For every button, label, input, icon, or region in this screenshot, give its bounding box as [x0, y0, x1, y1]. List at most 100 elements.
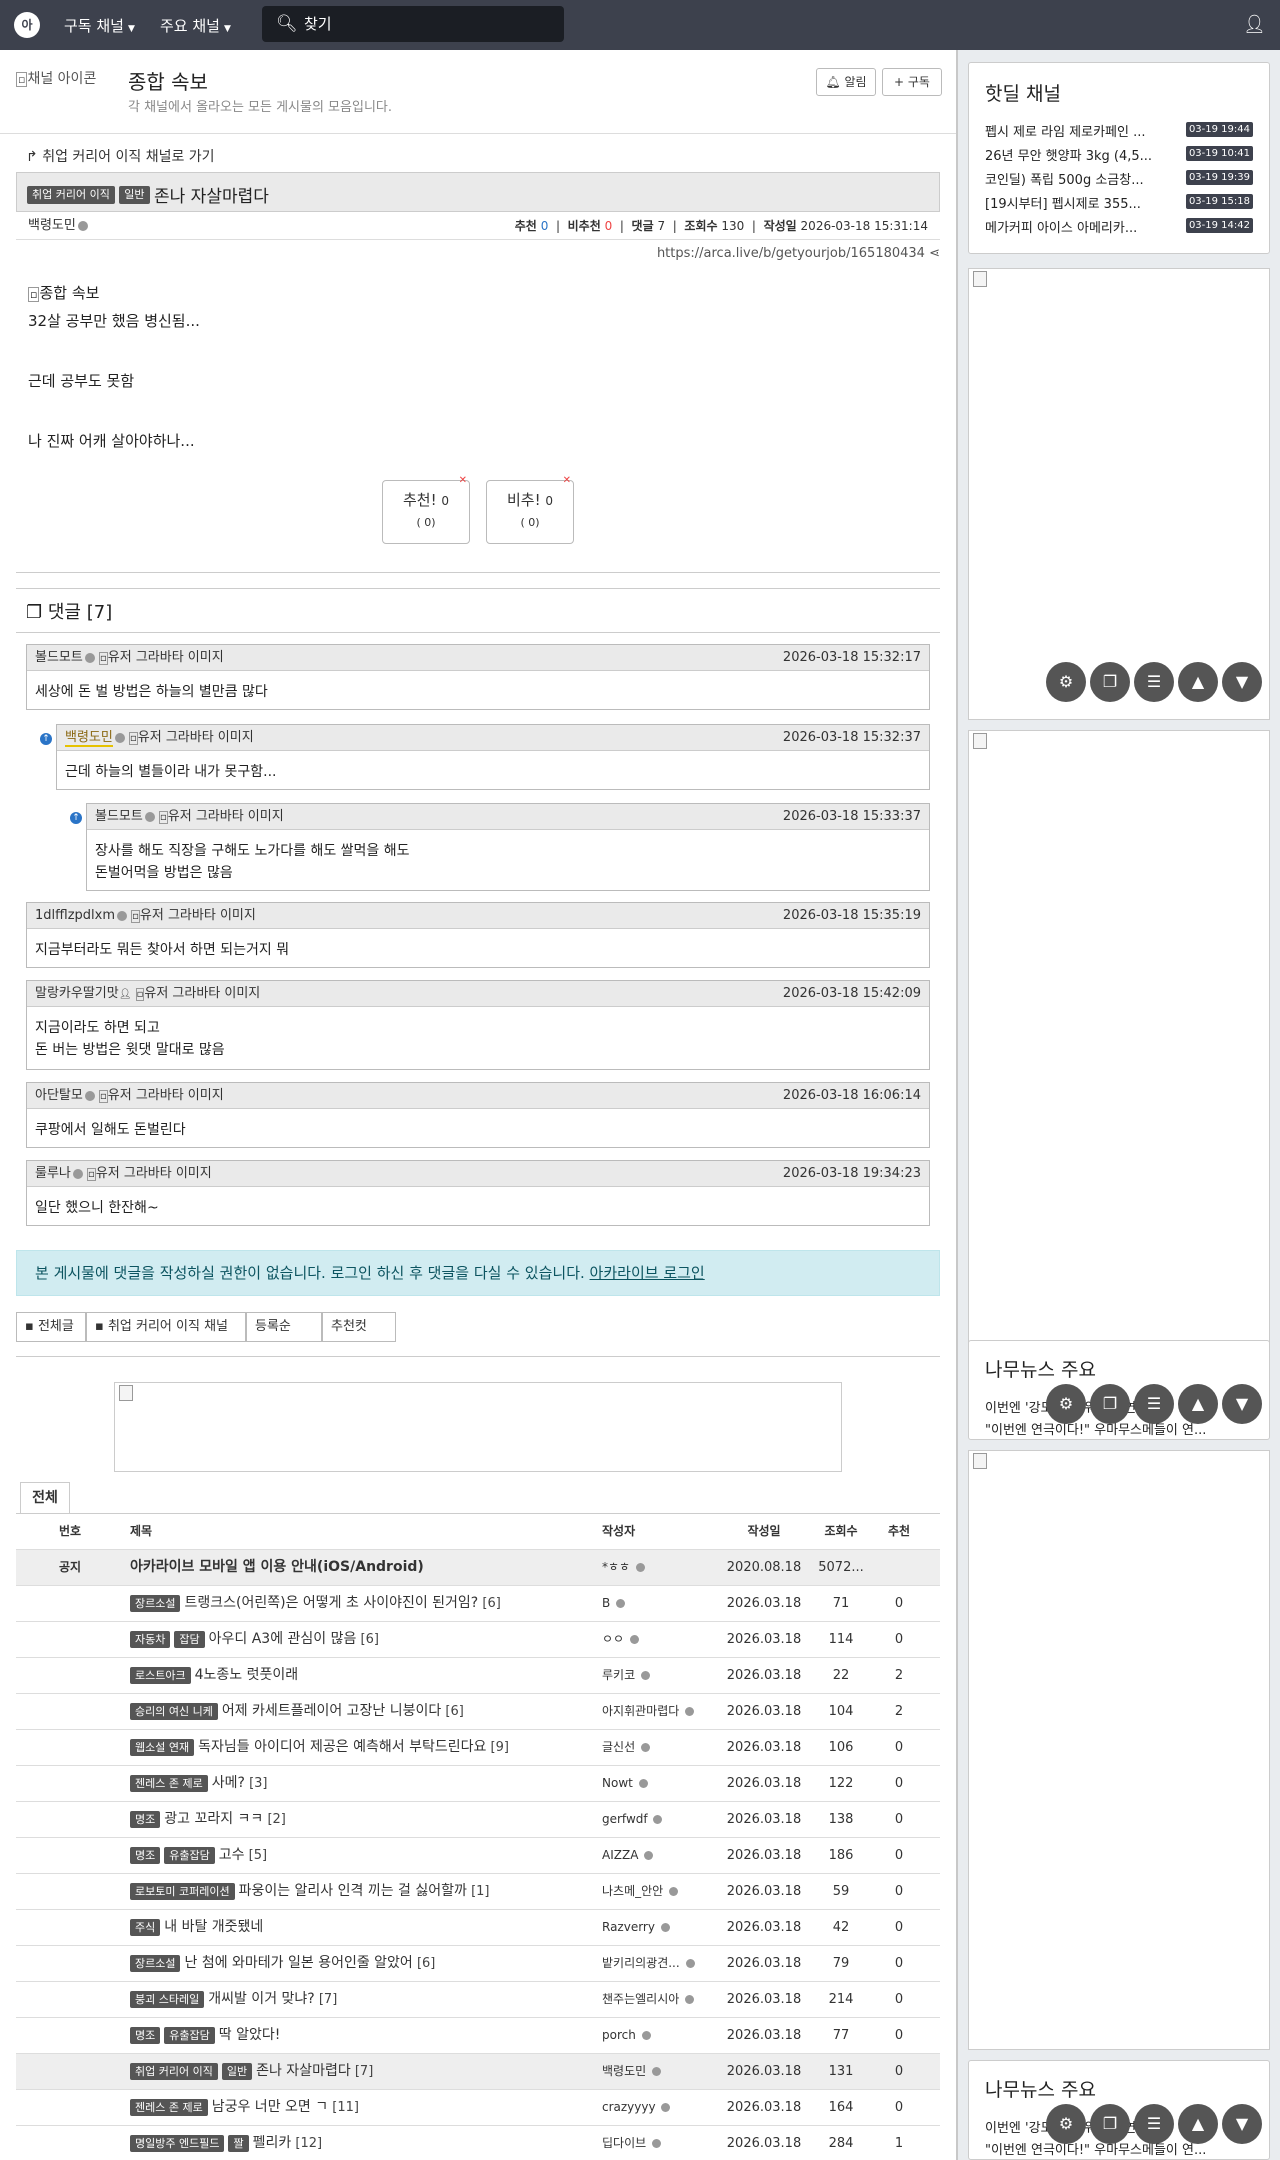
post-title[interactable]: 존나 자살마렵다	[256, 2063, 351, 2079]
post-author[interactable]: B	[602, 1596, 610, 1610]
go-to-channel-link[interactable]: ↱ 취업 커리어 이직 채널로 가기	[26, 146, 215, 166]
arcalive-logo[interactable]: 아	[14, 12, 40, 38]
post-author[interactable]: 루키코	[602, 1668, 635, 1682]
category-badge[interactable]: 장르소설	[130, 1955, 181, 1972]
list-icon[interactable]: ☰	[1134, 2104, 1174, 2144]
settings-icon[interactable]: ⚙	[1046, 662, 1086, 702]
ad-slot[interactable]	[968, 1450, 1270, 2050]
article-author[interactable]: 백령도민	[28, 218, 76, 233]
category-badge[interactable]: 주식	[130, 1919, 161, 1936]
post-title[interactable]: 파웅이는 알리사 인격 끼는 걸 싫어할까	[239, 1883, 467, 1899]
post-title[interactable]: 광고 꼬라지 ㅋㅋ	[164, 1811, 263, 1827]
table-row[interactable]: 명조 유출잡담 고수 [5] AIZZA 2026.03.18 186 0	[16, 1838, 940, 1874]
post-author[interactable]: Nowt	[602, 1776, 633, 1790]
comment-author[interactable]: 1dlfflzpdlxm	[35, 908, 115, 923]
table-row[interactable]: 장르소설 난 첨에 와마테가 일본 용어인줄 알았어 [6] 밭키리의광견... 2…	[16, 1946, 940, 1982]
hotdeal-item[interactable]: 펩시 제로 라임 제로카페인 ... 03-19 19:44	[985, 121, 1253, 140]
post-author[interactable]: AIZZA	[602, 1848, 638, 1862]
post-author[interactable]: gerfwdf	[602, 1812, 648, 1826]
downvote-button[interactable]: ✕ 비추! 0 ( 0)	[486, 475, 574, 544]
comments-icon[interactable]: ❐	[1090, 2104, 1130, 2144]
settings-icon[interactable]: ⚙	[1046, 1384, 1086, 1424]
post-author[interactable]: crazyyyy	[602, 2100, 656, 2114]
settings-icon[interactable]: ⚙	[1046, 2104, 1086, 2144]
table-row[interactable]: 명일방주 엔드필드 짤 펠리카 [12] 딥다이브 2026.03.18 284 1	[16, 2126, 940, 2160]
table-row[interactable]: 젠레스 존 제로 남궁우 너만 오면 ㄱ [11] crazyyyy 2026.03…	[16, 2090, 940, 2126]
post-author[interactable]: 딥다이브	[602, 2136, 646, 2150]
post-title[interactable]: 어제 카세트플레이어 고장난 니붕이다	[222, 1703, 441, 1719]
table-row[interactable]: 장르소설 트랭크스(어린쪽)은 어떻게 초 사이야진이 된거임? [6] B 202…	[16, 1586, 940, 1622]
comment-author[interactable]: 백령도민	[65, 730, 113, 747]
category-badge[interactable]: 취업 커리어 이직	[27, 185, 115, 204]
table-row[interactable]: 명조 광고 꼬라지 ㅋㅋ [2] gerfwdf 2026.03.18 138 0	[16, 1802, 940, 1838]
hotdeal-title[interactable]: 핫딜 채널	[985, 79, 1061, 106]
category-badge[interactable]: 명일방주 엔드필드	[130, 2135, 225, 2152]
table-row[interactable]: 로스트아크 4노종노 럿풋이래 루키코 2026.03.18 22 2	[16, 1658, 940, 1694]
post-title[interactable]: 난 첨에 와마테가 일본 용어인줄 알았어	[184, 1955, 412, 1971]
post-title[interactable]: 독자님들 아이디어 제공은 예측해서 부탁드린다요	[198, 1739, 486, 1755]
post-title[interactable]: 사메?	[212, 1775, 245, 1791]
category-badge[interactable]: 유출잡담	[164, 2027, 215, 2044]
table-row[interactable]: 취업 커리어 이직 일반 존나 자살마렵다 [7] 백령도민 2026.03.18 13…	[16, 2054, 940, 2090]
comment-author[interactable]: 룰루나	[35, 1166, 71, 1181]
tag-badge[interactable]: 일반	[119, 185, 150, 204]
user-icon[interactable]: 👤︎	[1243, 14, 1266, 35]
comments-icon[interactable]: ❐	[1090, 662, 1130, 702]
hotdeal-item[interactable]: 26년 무안 햇양파 3kg (4,5... 03-19 10:41	[985, 145, 1253, 164]
post-title[interactable]: 4노종노 럿풋이래	[195, 1667, 299, 1683]
subscribed-channels-menu[interactable]: 구독 채널 ▼	[64, 15, 135, 36]
category-badge[interactable]: 명조	[130, 1811, 161, 1828]
category-badge[interactable]: 장르소설	[130, 1595, 181, 1612]
table-row[interactable]: 주식 내 바탈 개줏됐네 Razverry 2026.03.18 42 0	[16, 1910, 940, 1946]
comment-author[interactable]: 볼드모트	[95, 809, 143, 824]
post-title[interactable]: 펠리카	[253, 2135, 292, 2151]
category-badge[interactable]: 승리의 여신 니케	[130, 1703, 218, 1720]
arrow-up-icon[interactable]: ▲	[1178, 1384, 1218, 1424]
tab-sort-registered[interactable]: 등록순	[246, 1312, 322, 1342]
category-badge[interactable]: 자동차	[130, 1631, 171, 1648]
tab-recommend-cut[interactable]: 추천컷	[322, 1312, 396, 1342]
category-badge[interactable]: 일반	[221, 2063, 253, 2080]
category-badge[interactable]: 웹소설 연재	[130, 1739, 195, 1756]
main-channels-menu[interactable]: 주요 채널 ▼	[160, 15, 231, 36]
arrow-down-icon[interactable]: ▼	[1222, 662, 1262, 702]
hotdeal-item[interactable]: 메가커피 아이스 아메리카... 03-19 14:42	[985, 217, 1253, 236]
table-row[interactable]: 젠레스 존 제로 사메? [3] Nowt 2026.03.18 122 0	[16, 1766, 940, 1802]
post-title[interactable]: 딱 알았다!	[219, 2027, 281, 2043]
post-title[interactable]: 트랭크스(어린쪽)은 어떻게 초 사이야진이 된거임?	[184, 1595, 478, 1611]
category-badge[interactable]: 취업 커리어 이직	[130, 2063, 218, 2080]
comment-author[interactable]: 아단탈모	[35, 1088, 83, 1103]
table-row[interactable]: 명조 유출잡담 딱 알았다! porch 2026.03.18 77 0	[16, 2018, 940, 2054]
news-title[interactable]: 나무뉴스 주요	[985, 2075, 1096, 2102]
post-title[interactable]: 아카라이브 모바일 앱 이용 안내(iOS/Android)	[130, 1559, 424, 1575]
ad-banner[interactable]	[114, 1382, 842, 1472]
table-row[interactable]: 붕괴 스타레일 개씨발 이거 맞냐? [7] 챈주는엘리시아 2026.03.18 2…	[16, 1982, 940, 2018]
category-badge[interactable]: 명조	[130, 2027, 161, 2044]
comment-author[interactable]: 말랑카우딸기맛	[35, 986, 119, 1001]
category-badge[interactable]: 짤	[228, 2135, 249, 2152]
share-icon[interactable]: ⋖	[929, 246, 940, 261]
arrow-up-icon[interactable]: ▲	[1178, 2104, 1218, 2144]
ad-slot[interactable]	[968, 730, 1270, 1382]
reply-icon[interactable]: ↑	[40, 733, 52, 745]
table-row[interactable]: 자동차 잡담 아우디 A3에 관심이 많음 [6] ㅇㅇ 2026.03.18 114 0	[16, 1622, 940, 1658]
tab-list-all[interactable]: 전체	[20, 1482, 70, 1514]
hotdeal-item[interactable]: 코인딜) 폭립 500g 소금창... 03-19 19:39	[985, 169, 1253, 188]
post-author[interactable]: *ㅎㅎ	[602, 1560, 630, 1574]
post-title[interactable]: 개씨발 이거 맞냐?	[208, 1991, 315, 2007]
tab-channel[interactable]: ▪ 취업 커리어 이직 채널	[86, 1312, 246, 1342]
post-title[interactable]: 아우디 A3에 관심이 많음	[209, 1631, 357, 1647]
notice-row[interactable]: 공지 아카라이브 모바일 앱 이용 안내(iOS/Android) *ㅎㅎ 202…	[16, 1550, 940, 1586]
post-title[interactable]: 내 바탈 개줏됐네	[164, 1919, 263, 1935]
alarm-button[interactable]: 🔔︎ 알림	[816, 68, 876, 96]
post-author[interactable]: 글신선	[602, 1740, 635, 1754]
category-badge[interactable]: 명조	[130, 1847, 161, 1864]
category-badge[interactable]: 젠레스 존 제로	[130, 2099, 208, 2116]
post-author[interactable]: porch	[602, 2028, 636, 2042]
post-author[interactable]: ㅇㅇ	[602, 1632, 624, 1646]
category-badge[interactable]: 젠레스 존 제로	[130, 1775, 208, 1792]
post-author[interactable]: 챈주는엘리시아	[602, 1992, 679, 2006]
search-input[interactable]: 🔍︎ 찾기	[262, 6, 564, 42]
post-author[interactable]: 아지휘관마렵다	[602, 1704, 679, 1718]
post-title[interactable]: 고수	[219, 1847, 245, 1863]
